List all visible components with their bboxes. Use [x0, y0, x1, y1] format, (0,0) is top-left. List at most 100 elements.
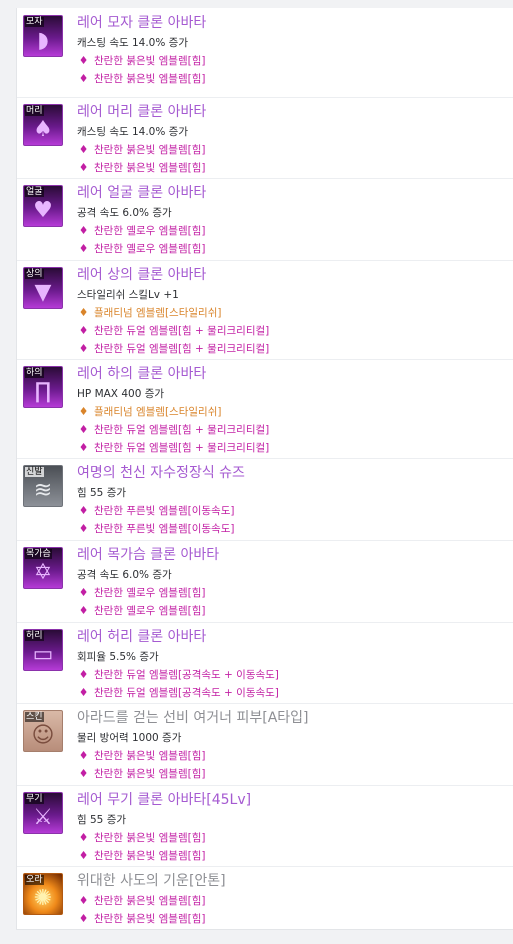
avatar-item[interactable]: 허리 ▭ 레어 허리 클론 아바타 회피율 5.5% 증가 ♦ 찬란한 듀얼 엠블…	[17, 622, 513, 704]
item-title[interactable]: 레어 모자 클론 아바타	[77, 13, 507, 34]
emblem-label: 찬란한 붉은빛 엠블렘[힘]	[94, 73, 206, 85]
emblem-label: 찬란한 듀얼 엠블렘[힘 + 물리크리티컬]	[94, 442, 270, 454]
emblem-label: 찬란한 붉은빛 엠블렘[힘]	[94, 144, 206, 156]
avatar-item[interactable]: 목가슴 ✡ 레어 목가슴 클론 아바타 공격 속도 6.0% 증가 ♦ 찬란한 옐…	[17, 540, 513, 623]
item-title[interactable]: 여명의 천신 자수정장식 슈즈	[77, 463, 507, 484]
avatar-list-panel: 모자 ◗ 레어 모자 클론 아바타 캐스팅 속도 14.0% 증가 ♦ 찬란한 붉…	[16, 8, 513, 930]
aura-avatar-icon: 오라 ✺	[23, 873, 63, 915]
gem-icon: ♦	[78, 849, 89, 862]
gem-icon: ♦	[78, 604, 89, 617]
gem-icon: ♦	[78, 749, 89, 762]
emblem-label: 찬란한 푸른빛 엠블렘[이동속도]	[94, 505, 235, 517]
item-stat: 공격 속도 6.0% 증가	[77, 569, 172, 581]
slot-label: 허리	[25, 631, 44, 641]
emblem-label: 찬란한 붉은빛 엠블렘[힘]	[94, 832, 206, 844]
shoes-glyph-icon: ≋	[33, 478, 53, 503]
emblem-line: ♦ 찬란한 옐로우 엠블렘[힘]	[77, 240, 507, 258]
item-title[interactable]: 레어 머리 클론 아바타	[77, 102, 507, 123]
gem-icon: ♦	[78, 831, 89, 844]
emblem-line: ♦ 찬란한 옐로우 엠블렘[힘]	[77, 602, 507, 620]
weapon-avatar-icon: 무기 ⚔	[23, 792, 63, 834]
hair-avatar-icon: 머리 ♠	[23, 104, 63, 146]
emblem-label: 찬란한 붉은빛 엠블렘[힘]	[94, 750, 206, 762]
item-title[interactable]: 레어 목가슴 클론 아바타	[77, 545, 507, 566]
emblem-label: 찬란한 옐로우 엠블렘[힘]	[94, 225, 206, 237]
emblem-label: 찬란한 푸른빛 엠블렘[이동속도]	[94, 523, 235, 535]
item-title[interactable]: 레어 무기 클론 아바타[45Lv]	[77, 790, 507, 811]
emblem-line: ♦ 찬란한 붉은빛 엠블렘[힘]	[77, 747, 507, 765]
avatar-item[interactable]: 오라 ✺ 위대한 사도의 기운[안톤] ♦ 찬란한 붉은빛 엠블렘[힘] ♦ 찬란한…	[17, 866, 513, 930]
emblem-label: 찬란한 붉은빛 엠블렘[힘]	[94, 913, 206, 925]
emblem-line: ♦ 찬란한 옐로우 엠블렘[힘]	[77, 584, 507, 602]
emblem-label: 찬란한 붉은빛 엠블렘[힘]	[94, 895, 206, 907]
gem-icon: ♦	[78, 72, 89, 85]
emblem-line: ♦ 찬란한 듀얼 엠블렘[힘 + 물리크리티컬]	[77, 340, 507, 358]
emblem-line: ♦ 찬란한 붉은빛 엠블렘[힘]	[77, 70, 507, 88]
gem-icon: ♦	[78, 54, 89, 67]
emblem-label: 플래티넘 엠블렘[스타일리쉬]	[94, 307, 222, 319]
slot-label: 얼굴	[25, 187, 44, 197]
aura-glyph-icon: ✺	[33, 886, 53, 911]
avatar-item[interactable]: 상의 ▼ 레어 상의 클론 아바타 스타일리쉬 스킬Lv +1 ♦ 플래티넘 엠블…	[17, 260, 513, 360]
gem-icon: ♦	[78, 586, 89, 599]
emblem-line: ♦ 찬란한 듀얼 엠블렘[힘 + 물리크리티컬]	[77, 439, 507, 457]
gem-icon: ♦	[78, 306, 89, 319]
emblem-line: ♦ 찬란한 붉은빛 엠블렘[힘]	[77, 847, 507, 865]
emblem-label: 찬란한 듀얼 엠블렘[힘 + 물리크리티컬]	[94, 343, 270, 355]
emblem-label: 찬란한 붉은빛 엠블렘[힘]	[94, 162, 206, 174]
item-title[interactable]: 레어 상의 클론 아바타	[77, 265, 507, 286]
slot-label: 모자	[25, 17, 44, 27]
pants-glyph-icon: ∏	[34, 379, 52, 404]
item-title[interactable]: 레어 하의 클론 아바타	[77, 364, 507, 385]
item-title[interactable]: 위대한 사도의 기운[안톤]	[77, 871, 507, 892]
gem-icon: ♦	[78, 342, 89, 355]
emblem-line: ♦ 찬란한 붉은빛 엠블렘[힘]	[77, 765, 507, 783]
gem-icon: ♦	[78, 224, 89, 237]
item-stat: HP MAX 400 증가	[77, 388, 165, 400]
gem-icon: ♦	[78, 522, 89, 535]
slot-label: 무기	[25, 794, 44, 804]
avatar-item[interactable]: 머리 ♠ 레어 머리 클론 아바타 캐스팅 속도 14.0% 증가 ♦ 찬란한 붉…	[17, 97, 513, 179]
emblem-label: 찬란한 붉은빛 엠블렘[힘]	[94, 850, 206, 862]
avatar-item[interactable]: 얼굴 ♥ 레어 얼굴 클론 아바타 공격 속도 6.0% 증가 ♦ 찬란한 옐로우…	[17, 178, 513, 261]
belt-glyph-icon: ▭	[32, 642, 54, 667]
belt-avatar-icon: 허리 ▭	[23, 629, 63, 671]
avatar-item[interactable]: 신발 ≋ 여명의 천신 자수정장식 슈즈 힘 55 증가 ♦ 찬란한 푸른빛 엠블…	[17, 458, 513, 541]
item-title[interactable]: 레어 허리 클론 아바타	[77, 627, 507, 648]
gem-icon: ♦	[78, 894, 89, 907]
avatar-item[interactable]: 무기 ⚔ 레어 무기 클론 아바타[45Lv] 힘 55 증가 ♦ 찬란한 붉은빛…	[17, 785, 513, 867]
item-stat: 스타일리쉬 스킬Lv +1	[77, 289, 179, 301]
shirt-glyph-icon: ▼	[34, 280, 52, 305]
emblem-label: 플래티넘 엠블렘[스타일리쉬]	[94, 406, 222, 418]
slot-label: 신발	[25, 467, 44, 477]
emblem-line: ♦ 찬란한 옐로우 엠블렘[힘]	[77, 222, 507, 240]
gem-icon: ♦	[78, 441, 89, 454]
emblem-label: 찬란한 옐로우 엠블렘[힘]	[94, 243, 206, 255]
emblem-label: 찬란한 옐로우 엠블렘[힘]	[94, 605, 206, 617]
emblem-line: ♦ 찬란한 듀얼 엠블렘[힘 + 물리크리티컬]	[77, 421, 507, 439]
avatar-item[interactable]: 스킨 ☺ 아라드를 걷는 선비 여거너 피부[A타입] 물리 방어력 1000 …	[17, 703, 513, 786]
top-avatar-icon: 상의 ▼	[23, 267, 63, 309]
emblem-line: ♦ 찬란한 붉은빛 엠블렘[힘]	[77, 141, 507, 159]
gem-icon: ♦	[78, 161, 89, 174]
avatar-item[interactable]: 모자 ◗ 레어 모자 클론 아바타 캐스팅 속도 14.0% 증가 ♦ 찬란한 붉…	[17, 8, 513, 98]
gem-icon: ♦	[78, 242, 89, 255]
avatar-item[interactable]: 하의 ∏ 레어 하의 클론 아바타 HP MAX 400 증가 ♦ 플래티넘 엠블…	[17, 359, 513, 459]
item-stat: 캐스팅 속도 14.0% 증가	[77, 126, 188, 138]
gem-icon: ♦	[78, 504, 89, 517]
emblem-line: ♦ 플래티넘 엠블렘[스타일리쉬]	[77, 304, 507, 322]
gem-icon: ♦	[78, 767, 89, 780]
item-title[interactable]: 아라드를 걷는 선비 여거너 피부[A타입]	[77, 708, 507, 729]
emblem-line: ♦ 찬란한 붉은빛 엠블렘[힘]	[77, 910, 507, 928]
item-title[interactable]: 레어 얼굴 클론 아바타	[77, 183, 507, 204]
emblem-label: 찬란한 듀얼 엠블렘[힘 + 물리크리티컬]	[94, 325, 270, 337]
face-avatar-icon: 얼굴 ♥	[23, 185, 63, 227]
emblem-line: ♦ 찬란한 붉은빛 엠블렘[힘]	[77, 159, 507, 177]
emblem-line: ♦ 찬란한 푸른빛 엠블렘[이동속도]	[77, 502, 507, 520]
gem-icon: ♦	[78, 686, 89, 699]
sword-glyph-icon: ⚔	[33, 805, 53, 830]
neck-glyph-icon: ✡	[33, 560, 53, 585]
pants-avatar-icon: 하의 ∏	[23, 366, 63, 408]
hair-glyph-icon: ♠	[33, 117, 53, 142]
emblem-line: ♦ 찬란한 붉은빛 엠블렘[힘]	[77, 892, 507, 910]
